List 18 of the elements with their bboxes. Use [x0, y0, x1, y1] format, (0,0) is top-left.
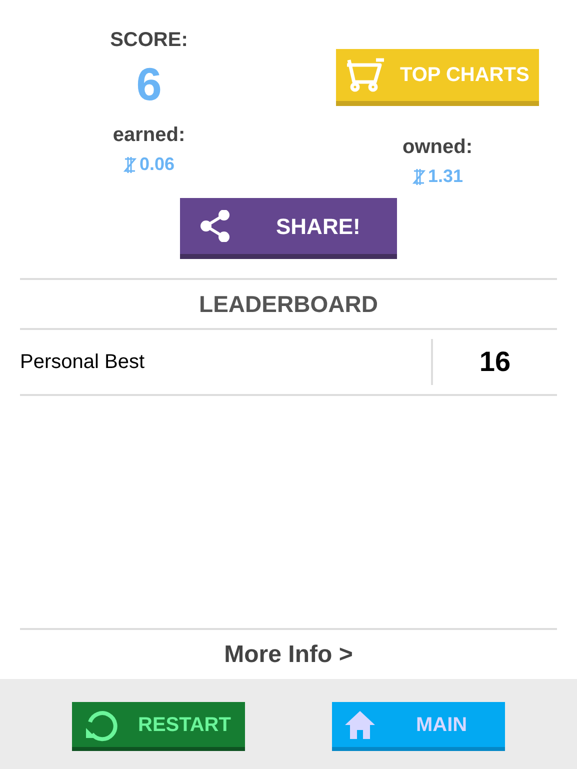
- earned-label: earned:: [112, 123, 186, 148]
- row-value: 16: [478, 345, 512, 379]
- share-button[interactable]: SHARE!: [180, 198, 397, 259]
- earned-amount: 0.06: [139, 153, 175, 176]
- currency-icon: [123, 156, 138, 174]
- main-button[interactable]: MAIN: [332, 702, 505, 751]
- score-label: SCORE:: [110, 28, 188, 53]
- share-icon: [200, 210, 230, 242]
- restart-button[interactable]: RESTART: [72, 702, 245, 751]
- row-label: Personal Best: [20, 350, 146, 375]
- more-info-link[interactable]: More Info >: [20, 630, 557, 679]
- cart-icon: [346, 58, 386, 92]
- score-value: 6: [136, 57, 162, 112]
- currency-icon: [412, 168, 426, 186]
- leaderboard-title: LEADERBOARD: [198, 290, 379, 319]
- owned-label: owned:: [402, 135, 472, 160]
- owned-amount: 1.31: [428, 165, 464, 188]
- home-icon: [344, 710, 376, 740]
